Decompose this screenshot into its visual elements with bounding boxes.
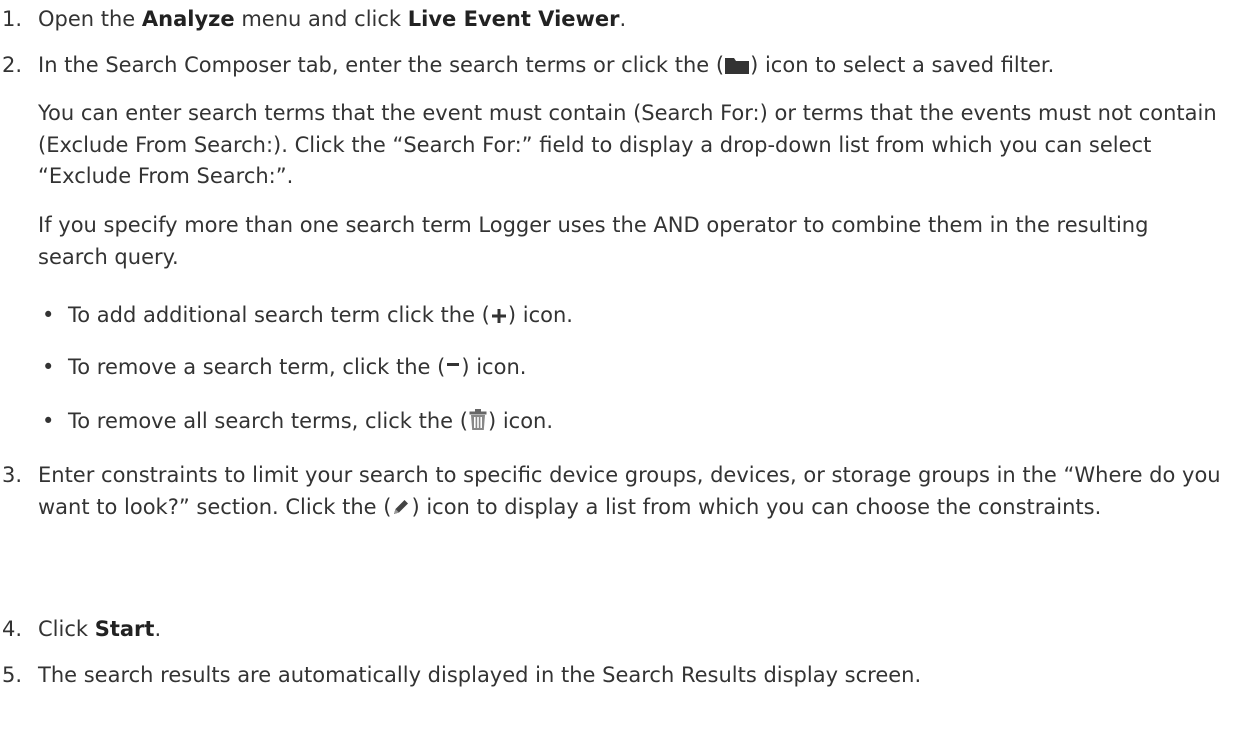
text-run: ) icon. [507, 303, 573, 327]
text-run: menu and click [234, 7, 408, 31]
text-run: ) icon to display a list from which you … [411, 494, 1102, 519]
step-2-paragraph-2: If you specify more than one search term… [38, 213, 1149, 269]
text-run: . [154, 617, 162, 641]
step-number: 3. [2, 463, 23, 487]
text-run: In the Search Composer tab, enter the se… [38, 53, 725, 77]
step-text: Enter constraints to limit your search t… [38, 460, 1222, 526]
bullet-dot: • [42, 409, 55, 433]
bullet-text: To remove all search terms, click the ()… [68, 406, 1222, 441]
text-run: ) icon to select a saved filter. [750, 53, 1055, 77]
text-run: To remove a search term, click the ( [68, 355, 446, 379]
menu-item-name: Live Event Viewer [407, 7, 620, 31]
step-2-paragraph-1: You can enter search terms that the even… [38, 101, 1217, 188]
step-text: The search results are automatically dis… [38, 663, 922, 687]
trash-icon [468, 409, 488, 441]
button-name: Start [94, 617, 155, 641]
step-number: 1. [2, 7, 23, 31]
text-run: Open the [38, 7, 142, 31]
bullet-text: To remove a search term, click the ( ) ic… [68, 352, 1222, 387]
plus-icon [490, 303, 508, 335]
procedure-document: 1. Open the Analyze menu and click Live … [0, 0, 1242, 737]
text-run: ) icon. [487, 409, 554, 433]
folder-icon [724, 53, 750, 85]
step-number: 4. [2, 617, 23, 641]
pencil-icon [391, 495, 411, 527]
step-text: Click Start. [38, 614, 1222, 646]
text-run: ) icon. [461, 355, 527, 379]
step-text: Open the Analyze menu and click Live Eve… [38, 4, 1222, 36]
bullet-dot: • [42, 355, 55, 379]
bullet-dot: • [42, 303, 55, 327]
text-run: To add additional search term click the … [68, 303, 490, 327]
bullet-text: To add additional search term click the … [68, 300, 1222, 335]
text-run: Click [38, 617, 95, 641]
minus-icon [445, 355, 461, 387]
step-text: In the Search Composer tab, enter the se… [38, 50, 1222, 85]
menu-name: Analyze [141, 7, 235, 31]
text-run: To remove all search terms, click the ( [68, 409, 468, 433]
step-number: 5. [2, 663, 23, 687]
step-number: 2. [2, 53, 23, 77]
text-run: . [619, 7, 627, 31]
